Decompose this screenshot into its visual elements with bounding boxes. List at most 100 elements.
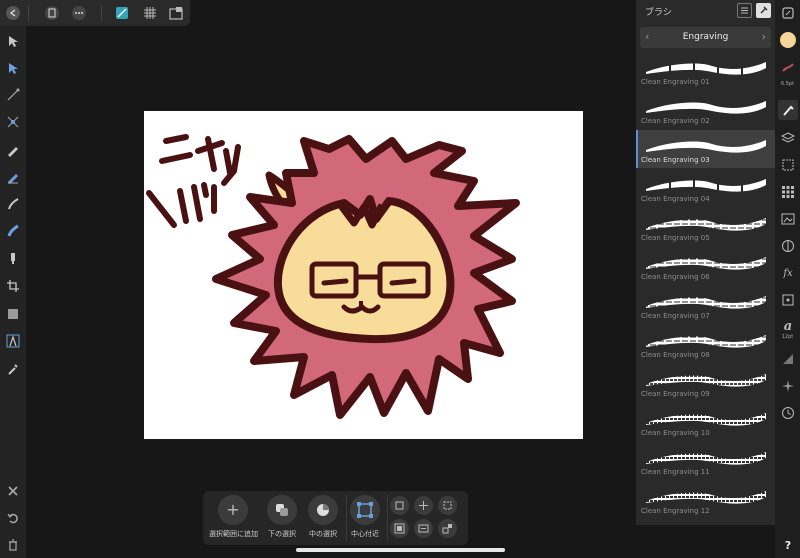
- brush-item-label: Clean Engraving 05: [641, 234, 710, 242]
- brush-stroke-preview: [646, 56, 766, 78]
- brush-item-label: Clean Engraving 06: [641, 273, 710, 281]
- scale-icon[interactable]: [438, 496, 457, 515]
- brush-item[interactable]: Clean Engraving 02: [636, 91, 775, 129]
- fill-icon[interactable]: [3, 221, 23, 241]
- brush-item[interactable]: Clean Engraving 01: [636, 52, 775, 90]
- list-view-icon[interactable]: [737, 3, 752, 18]
- panel-header: ブラシ: [636, 0, 775, 22]
- grid-icon[interactable]: [140, 3, 160, 23]
- help-icon[interactable]: ?: [778, 535, 798, 555]
- brush-size-icon[interactable]: [778, 58, 798, 78]
- flip-icon[interactable]: [414, 519, 433, 538]
- fx-icon[interactable]: fx: [778, 263, 798, 283]
- stroke-icon[interactable]: [778, 349, 798, 369]
- close-icon[interactable]: [3, 481, 23, 501]
- brush-item[interactable]: Clean Engraving 03: [636, 130, 775, 168]
- brush-item[interactable]: Clean Engraving 07: [636, 286, 775, 324]
- brush-stroke-preview: [642, 215, 770, 231]
- brush-item-label: Clean Engraving 02: [641, 117, 710, 125]
- brush-item[interactable]: Clean Engraving 09: [636, 364, 775, 402]
- select-under-icon: [276, 504, 288, 516]
- eyedropper-icon[interactable]: [3, 359, 23, 379]
- crop-icon[interactable]: [3, 276, 23, 296]
- brush-item[interactable]: Clean Engraving 04: [636, 169, 775, 207]
- rectangle-icon[interactable]: [3, 304, 23, 324]
- brush-category-select[interactable]: ‹ Engraving ›: [640, 27, 771, 48]
- navigator-icon[interactable]: [778, 3, 798, 23]
- brush-stroke-preview: [646, 101, 766, 114]
- pixel-persona-icon[interactable]: [112, 3, 132, 23]
- chevron-right-icon[interactable]: ›: [762, 30, 766, 43]
- transform-center-button[interactable]: 中心付近: [341, 495, 389, 539]
- brush-item[interactable]: Clean Engraving 06: [636, 247, 775, 285]
- panel-title: ブラシ: [645, 8, 672, 18]
- layers-snapshot-icon[interactable]: [166, 3, 186, 23]
- vector-brush-icon[interactable]: [3, 194, 23, 214]
- brush-stroke-preview: [646, 140, 766, 153]
- brush-item-label: Clean Engraving 03: [641, 156, 710, 164]
- brush-item[interactable]: Clean Engraving 10: [636, 403, 775, 441]
- brush-stroke-preview: [642, 293, 770, 309]
- align-icon[interactable]: [390, 496, 409, 515]
- snapping-icon[interactable]: [778, 376, 798, 396]
- brush-size-label: 6.5pt: [780, 81, 795, 87]
- transparency-icon[interactable]: [3, 248, 23, 268]
- brush-item-label: Clean Engraving 09: [641, 390, 710, 398]
- history-icon[interactable]: [778, 403, 798, 423]
- brush-stroke-preview: [642, 449, 770, 465]
- node-icon[interactable]: [3, 58, 23, 78]
- brush-item-label: Clean Engraving 11: [641, 468, 710, 476]
- more-icon[interactable]: [69, 3, 89, 23]
- select-inside-icon: [317, 504, 329, 516]
- lion-illustration: [146, 134, 520, 419]
- text-icon[interactable]: [3, 331, 23, 351]
- undo-icon[interactable]: [3, 508, 23, 528]
- transform-center-icon: [357, 502, 373, 518]
- brush-item[interactable]: Clean Engraving 11: [636, 442, 775, 480]
- layers-icon[interactable]: [778, 128, 798, 148]
- top-toolbar: [0, 0, 190, 26]
- font-size-label: 12pt: [781, 334, 794, 340]
- tools-panel: [0, 26, 26, 558]
- move-center-icon[interactable]: [414, 496, 433, 515]
- home-indicator: [296, 548, 505, 552]
- brush-item[interactable]: Clean Engraving 05: [636, 208, 775, 246]
- brushes-panel: ブラシ ‹ Engraving › Clean Engraving 01 Clea…: [636, 0, 775, 525]
- swatches-icon[interactable]: [778, 182, 798, 202]
- corner-icon[interactable]: [3, 85, 23, 105]
- brush-item-label: Clean Engraving 10: [641, 429, 710, 437]
- text-style-icon[interactable]: a: [778, 316, 798, 336]
- adjustments-icon[interactable]: [778, 236, 798, 256]
- trash-icon[interactable]: [3, 535, 23, 555]
- brush-item-label: Clean Engraving 01: [641, 78, 710, 86]
- brush-stroke-preview: [642, 371, 770, 387]
- brush-item[interactable]: Clean Engraving 12: [636, 481, 775, 519]
- color-swatch[interactable]: [778, 30, 798, 50]
- bounds-icon[interactable]: [390, 519, 409, 538]
- brushes-studio-icon[interactable]: [778, 100, 798, 120]
- brush-item-label: Clean Engraving 07: [641, 312, 710, 320]
- brush-item-label: Clean Engraving 12: [641, 507, 710, 515]
- assets-icon[interactable]: [778, 209, 798, 229]
- document-icon[interactable]: [42, 3, 62, 23]
- brush-item[interactable]: Clean Engraving 08: [636, 325, 775, 363]
- studio-strip: 6.5pt fx a 12pt ?: [775, 0, 800, 558]
- brush-stroke-preview: [642, 254, 770, 270]
- brush-stroke-preview: [642, 488, 770, 504]
- select-inside-button[interactable]: 中の選択: [299, 495, 347, 539]
- rotate-icon[interactable]: [438, 519, 457, 538]
- plus-icon: +: [226, 500, 240, 519]
- appearance-icon[interactable]: [778, 155, 798, 175]
- back-icon[interactable]: [3, 3, 23, 23]
- point-transform-icon[interactable]: [3, 112, 23, 132]
- pen-icon[interactable]: [3, 140, 23, 160]
- add-to-selection-button[interactable]: + 選択範囲に追加: [209, 495, 258, 539]
- move-icon[interactable]: [3, 31, 23, 51]
- brush-item-label: Clean Engraving 04: [641, 195, 710, 203]
- transform-icon[interactable]: [778, 290, 798, 310]
- pin-icon[interactable]: [756, 3, 771, 18]
- brush-stroke-preview: [642, 332, 770, 348]
- pencil-icon[interactable]: [3, 167, 23, 187]
- document-canvas[interactable]: [144, 111, 583, 439]
- brush-stroke-preview: [646, 173, 766, 195]
